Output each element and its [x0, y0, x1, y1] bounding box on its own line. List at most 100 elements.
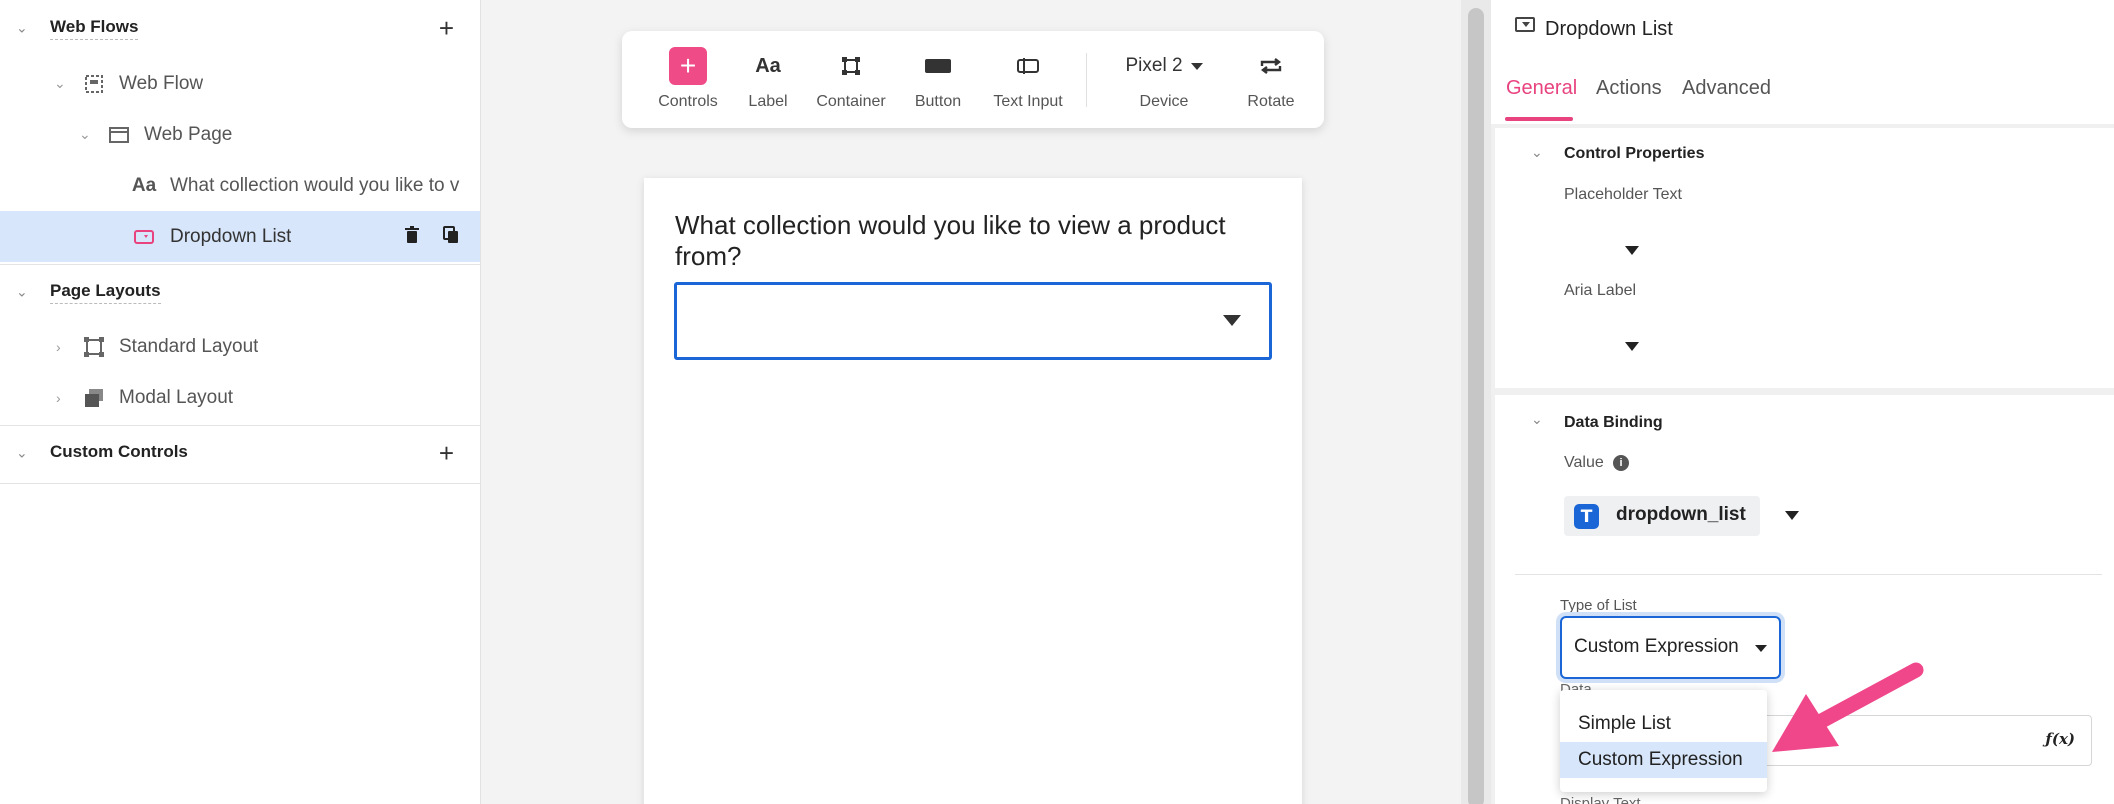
type-of-list-label: Type of List [1560, 597, 1637, 614]
properties-title: Dropdown List [1545, 18, 1673, 40]
chevron-down-icon[interactable]: ⌄ [1531, 411, 1543, 428]
active-tab-indicator [1505, 117, 1573, 121]
web-flows-title: Web Flows [50, 17, 139, 40]
scrollbar-thumb[interactable] [1468, 8, 1484, 804]
page-layouts-section-header[interactable]: ⌄ Page Layouts [0, 264, 480, 320]
chevron-down-icon[interactable]: ⌄ [79, 126, 91, 143]
dropdown-list-icon [1515, 17, 1535, 32]
tree-item-label: Standard Layout [119, 335, 259, 357]
control-properties-card: ⌄ Control Properties Placeholder Text Ar… [1495, 128, 2114, 388]
text-type-icon: T [1574, 504, 1599, 529]
aria-dropdown-caret-icon[interactable] [1625, 342, 1639, 351]
tab-general[interactable]: General [1506, 77, 1577, 100]
properties-panel: Dropdown List General Actions Advanced ⌄… [1491, 0, 2114, 804]
placeholder-text-label: Placeholder Text [1564, 186, 1682, 203]
value-variable-pill[interactable]: T dropdown_list [1564, 496, 1760, 536]
duplicate-icon[interactable] [443, 226, 459, 249]
text-input-icon [1017, 47, 1039, 85]
add-control-icon: + [669, 47, 707, 85]
canvas-scrollbar[interactable] [1461, 0, 1491, 804]
value-dropdown-caret-icon[interactable] [1785, 511, 1799, 520]
label-tool-button[interactable]: Aa Label [738, 31, 798, 128]
caret-down-icon [1190, 62, 1203, 70]
option-custom-expression[interactable]: Custom Expression [1560, 742, 1767, 778]
function-icon[interactable]: ƒ(x) [2045, 730, 2075, 748]
dropdown-list-icon [131, 224, 157, 250]
display-text-label: Display Text [1560, 795, 1641, 804]
tree-item-label: Modal Layout [119, 386, 234, 408]
value-variable: dropdown_list [1616, 504, 1746, 525]
data-binding-title: Data Binding [1564, 414, 1663, 431]
label-tool-label: Label [748, 93, 788, 110]
add-web-flow-button[interactable]: + [439, 15, 454, 41]
properties-header: Dropdown List General Actions Advanced [1491, 0, 2114, 124]
button-tool-button[interactable]: Button [905, 31, 971, 128]
modal-layout-icon [81, 385, 107, 411]
chevron-down-icon[interactable]: ⌄ [54, 75, 66, 92]
preview-dropdown[interactable] [674, 282, 1272, 360]
controls-label: Controls [658, 93, 718, 110]
add-custom-control-button[interactable]: + [439, 440, 454, 466]
device-selector[interactable]: Pixel 2 Device [1102, 31, 1226, 128]
label-icon: Aa [755, 54, 781, 77]
caret-down-icon [1223, 315, 1241, 326]
text-input-tool-label: Text Input [993, 93, 1063, 110]
device-label: Device [1139, 93, 1189, 110]
container-icon [841, 47, 861, 85]
delete-icon[interactable] [404, 226, 420, 249]
tab-advanced[interactable]: Advanced [1682, 77, 1771, 100]
chevron-down-icon[interactable]: ⌄ [1531, 144, 1543, 161]
tree-item-question-label[interactable]: Aa What collection would you like to v [0, 160, 480, 211]
web-flow-icon [81, 71, 107, 97]
tree-item-modal-layout[interactable]: › Modal Layout [0, 372, 480, 423]
tree-item-web-page[interactable]: ⌄ Web Page [0, 109, 480, 160]
type-of-list-options: Simple List Custom Expression [1560, 690, 1767, 792]
option-simple-list[interactable]: Simple List [1560, 706, 1767, 742]
chevron-down-icon[interactable]: ⌄ [16, 445, 28, 462]
outline-tree-panel: ⌄ Web Flows + ⌄ Web Flow ⌄ Web Page Aa W… [0, 0, 481, 804]
tree-item-standard-layout[interactable]: › Standard Layout [0, 321, 480, 372]
info-icon[interactable]: i [1613, 455, 1629, 471]
tree-item-web-flow[interactable]: ⌄ Web Flow [0, 58, 480, 109]
tree-item-label: Web Page [144, 123, 233, 145]
section-divider [1515, 574, 2102, 575]
chevron-right-icon[interactable]: › [56, 390, 61, 406]
tree-item-label: What collection would you like to v [170, 174, 460, 196]
rotate-label: Rotate [1247, 93, 1295, 110]
caret-down-icon [1755, 645, 1767, 652]
web-page-icon [106, 122, 132, 148]
chevron-right-icon[interactable]: › [56, 339, 61, 355]
button-tool-label: Button [914, 93, 962, 110]
canvas-toolbar: + Controls Aa Label Container Button Tex… [622, 31, 1324, 128]
chevron-down-icon[interactable]: ⌄ [16, 20, 28, 37]
tree-item-label: Web Flow [119, 72, 204, 94]
button-icon [925, 47, 951, 85]
question-label[interactable]: What collection would you like to view a… [675, 210, 1275, 272]
type-of-list-select[interactable]: Custom Expression [1560, 616, 1781, 679]
type-of-list-value: Custom Expression [1574, 636, 1739, 657]
rotate-icon [1259, 47, 1283, 85]
placeholder-dropdown-caret-icon[interactable] [1625, 246, 1639, 255]
page-layouts-title: Page Layouts [50, 281, 161, 304]
chevron-down-icon[interactable]: ⌄ [16, 284, 28, 301]
custom-controls-title: Custom Controls [50, 442, 188, 461]
label-icon: Aa [131, 174, 157, 196]
text-input-tool-button[interactable]: Text Input [980, 31, 1076, 128]
container-tool-label: Container [816, 93, 886, 110]
custom-controls-section-header[interactable]: ⌄ Custom Controls + [0, 425, 480, 481]
controls-button[interactable]: + Controls [650, 31, 726, 128]
section-divider [0, 483, 480, 484]
aria-label-label: Aria Label [1564, 282, 1637, 299]
tree-item-label: Dropdown List [170, 225, 292, 247]
rotate-button[interactable]: Rotate [1238, 31, 1304, 128]
web-flows-section-header[interactable]: ⌄ Web Flows + [0, 0, 480, 56]
tab-actions[interactable]: Actions [1596, 77, 1662, 100]
device-value-wrapper: Pixel 2 [1125, 47, 1203, 85]
value-label: Value [1564, 454, 1604, 471]
standard-layout-icon [81, 334, 107, 360]
device-preview: What collection would you like to view a… [644, 178, 1302, 804]
container-tool-button[interactable]: Container [808, 31, 894, 128]
tree-item-dropdown-list[interactable]: Dropdown List [0, 211, 480, 262]
control-properties-title: Control Properties [1564, 145, 1705, 162]
device-value: Pixel 2 [1125, 55, 1183, 76]
